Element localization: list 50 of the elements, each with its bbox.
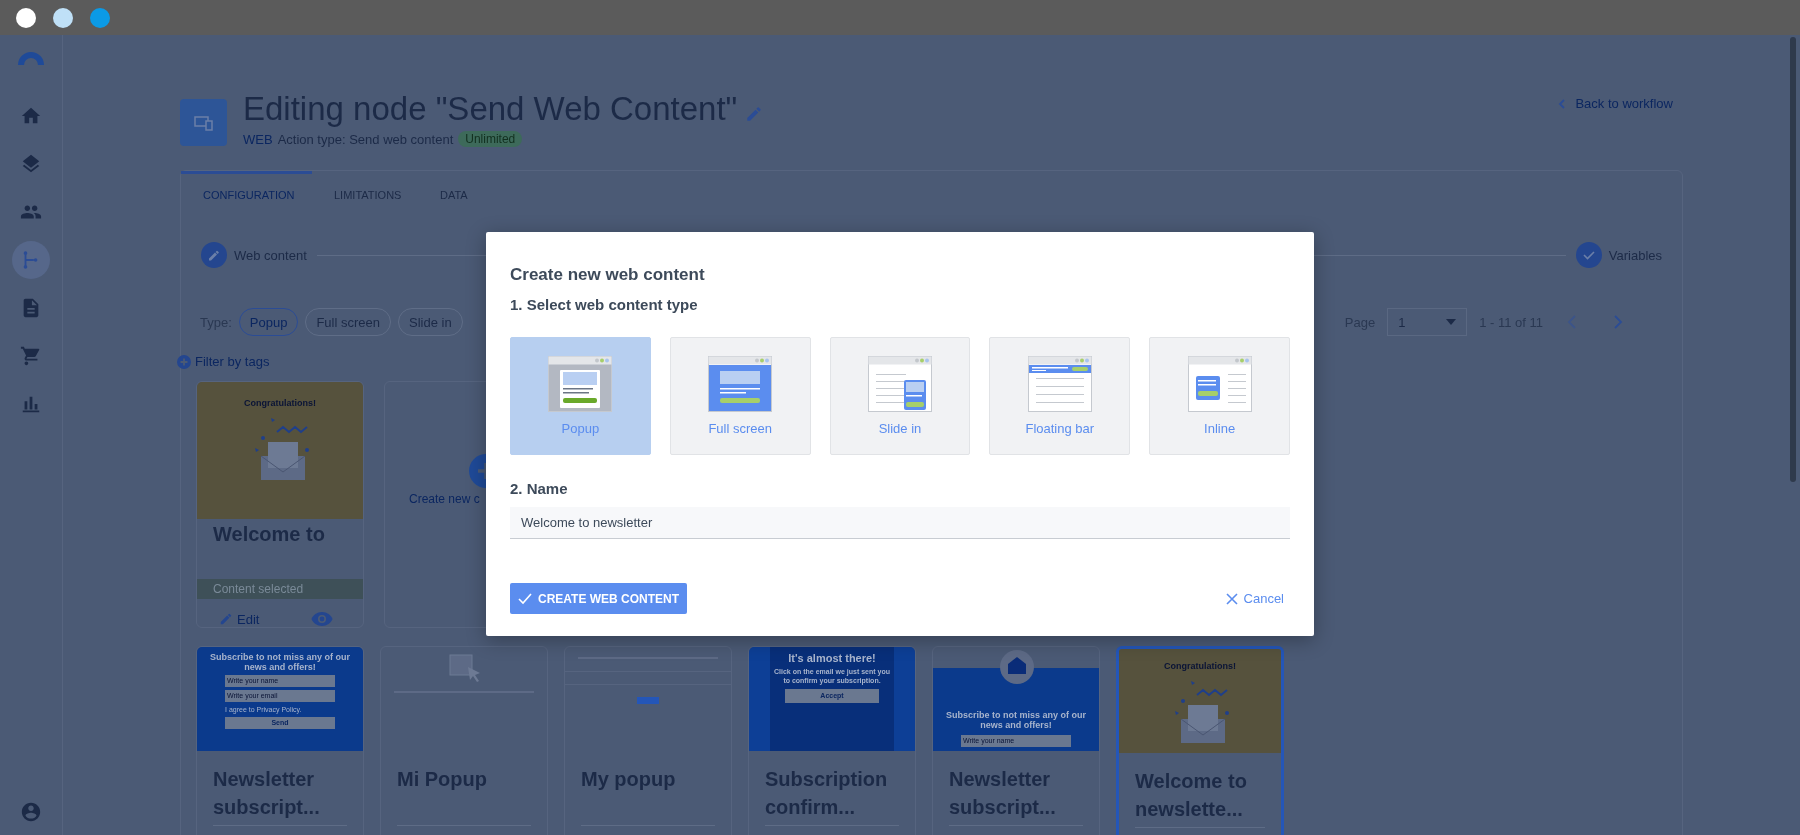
layers-icon xyxy=(20,153,42,175)
create-new-label: Create new c xyxy=(409,492,480,506)
step-check-icon xyxy=(1575,242,1602,268)
content-type-option[interactable]: Inline xyxy=(1149,337,1290,455)
window-control-icon[interactable] xyxy=(53,7,73,28)
step-heading: 1. Select web content type xyxy=(510,295,699,315)
preview-heading: Congratulations! xyxy=(244,398,316,408)
filter-by-tags-link[interactable]: Filter by tags xyxy=(177,354,270,369)
layout-thumbnail-icon xyxy=(708,356,773,412)
content-type-option[interactable]: Slide in xyxy=(829,337,971,455)
scrollbar-thumb[interactable] xyxy=(1790,37,1796,482)
logo-icon xyxy=(17,49,45,65)
devices-icon xyxy=(193,114,214,131)
content-type-option[interactable]: Popup xyxy=(510,337,651,455)
step-heading: 2. Name xyxy=(510,479,569,499)
limit-badge: Unlimited xyxy=(458,131,523,147)
layout-thumbnail-icon xyxy=(1187,356,1252,412)
name-input-field[interactable]: Welcome to newsletter xyxy=(510,507,1290,539)
layout-thumbnail-icon xyxy=(548,356,613,412)
check-icon xyxy=(518,592,532,605)
cart-icon xyxy=(20,345,42,367)
preview-heading: Congratulations! xyxy=(1164,661,1236,671)
create-web-content-button[interactable]: CREATE WEB CONTENT xyxy=(510,583,688,614)
preview-heading: Subscribe to not miss any of our news and offers! xyxy=(209,652,351,672)
chevron-right-icon[interactable] xyxy=(1613,315,1623,329)
channel-link[interactable]: WEB xyxy=(243,131,273,147)
step-pencil-icon xyxy=(201,242,227,268)
preview-button xyxy=(637,697,659,704)
layout-thumbnail-icon xyxy=(868,356,932,412)
cancel-button[interactable]: Cancel xyxy=(1225,591,1284,606)
preview-heading: It's almost there! xyxy=(788,653,876,663)
user-account-icon[interactable] xyxy=(20,801,42,823)
pencil-icon xyxy=(219,612,233,626)
window-control-icon[interactable] xyxy=(16,7,36,28)
edit-button[interactable]: Edit xyxy=(219,611,260,627)
envelope-badge-icon xyxy=(999,649,1035,685)
close-icon xyxy=(1225,592,1238,605)
dialog-title: Create new web content xyxy=(510,264,706,286)
preview-heading: Subscribe to not miss any of our news and offers! xyxy=(945,710,1087,730)
content-type-option[interactable]: Floating bar xyxy=(989,337,1131,455)
content-type-option[interactable]: Full screen xyxy=(669,337,811,455)
pencil-icon[interactable] xyxy=(745,105,764,123)
chevron-left-icon xyxy=(1558,98,1567,109)
eye-icon[interactable] xyxy=(311,611,333,627)
tab[interactable]: CONFIGURATION xyxy=(181,171,312,215)
layout-thumbnail-icon xyxy=(1027,356,1092,412)
dropdown-caret-icon xyxy=(1446,319,1457,325)
back-to-workflow-link[interactable]: Back to workflow xyxy=(1558,96,1673,111)
content-selected-status: Content selected xyxy=(197,579,363,599)
nav-item[interactable] xyxy=(12,241,50,279)
